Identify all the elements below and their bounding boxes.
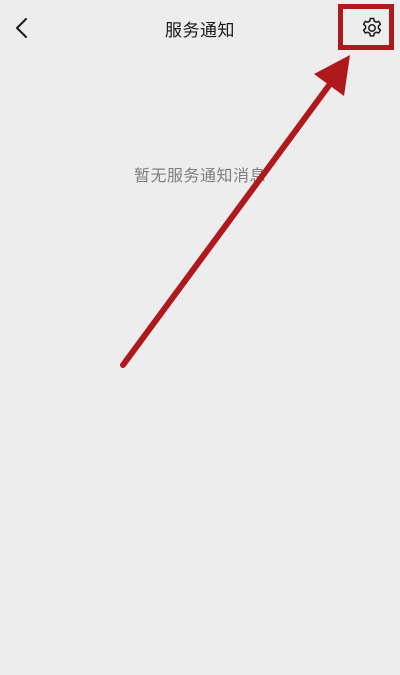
service-notifications-screen: 服务通知 暂无服务通知消息	[0, 0, 400, 675]
page-title: 服务通知	[165, 21, 235, 41]
annotation-arrow	[120, 55, 350, 368]
empty-state-message: 暂无服务通知消息	[133, 166, 266, 185]
nav-bar: 服务通知	[0, 0, 400, 56]
settings-button[interactable]	[352, 10, 392, 46]
gear-icon	[362, 17, 382, 37]
